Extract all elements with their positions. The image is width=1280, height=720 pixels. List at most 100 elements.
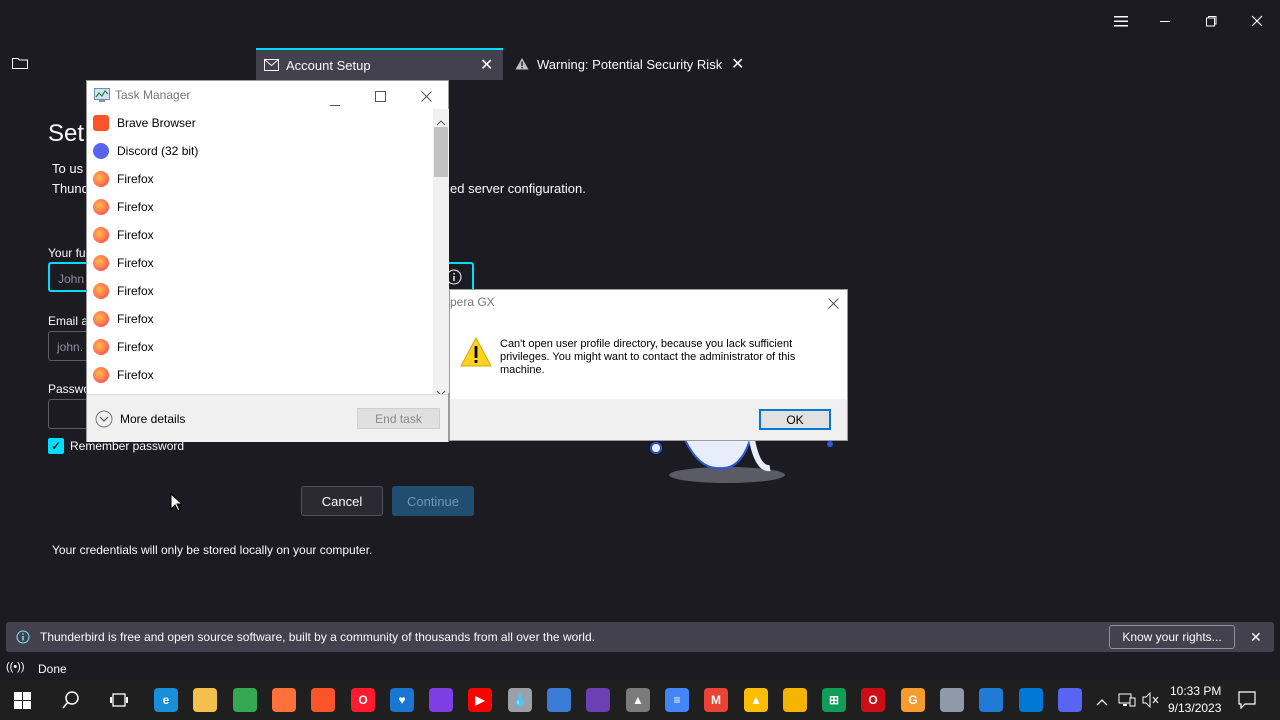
edge-icon[interactable]: e (154, 688, 178, 712)
tab-label: Warning: Potential Security Risk Ah (537, 56, 723, 72)
opera-error-dialog[interactable]: pera GX Can't open user profile director… (449, 289, 848, 441)
end-task-button[interactable]: End task (357, 408, 440, 429)
health-app-icon[interactable]: ♥ (390, 688, 414, 712)
notification-icon[interactable] (1238, 691, 1256, 714)
gmail-icon[interactable]: M (704, 688, 728, 712)
task-manager-titlebar[interactable]: Task Manager (87, 81, 448, 109)
process-row[interactable]: Firefox (87, 305, 433, 333)
brave-icon[interactable] (311, 688, 335, 712)
thunderbird-icon[interactable] (979, 688, 1003, 712)
process-row[interactable]: Firefox (87, 193, 433, 221)
remote-desktop-icon[interactable] (1019, 688, 1043, 712)
mascot-illustration (640, 439, 840, 486)
close-icon[interactable] (1237, 8, 1277, 34)
info-bar: Thunderbird is free and open source soft… (6, 622, 1274, 652)
google-docs-icon[interactable]: ≡ (665, 688, 689, 712)
dialog-footer: OK (450, 399, 847, 440)
process-name: Firefox (117, 200, 154, 214)
process-list-scrollbar[interactable] (433, 109, 449, 396)
opera-red-icon[interactable]: O (861, 688, 885, 712)
network-icon[interactable] (1118, 692, 1136, 713)
activity-icon: ((•)) (6, 661, 25, 673)
tab-close-icon[interactable]: ✕ (731, 54, 744, 74)
restore-icon[interactable] (1191, 8, 1231, 34)
discord-icon[interactable] (1058, 688, 1082, 712)
process-row[interactable]: Firefox (87, 277, 433, 305)
clock-time[interactable]: 10:33 PM (1170, 684, 1221, 698)
water-drop-icon[interactable]: 💧 (508, 688, 532, 712)
taskbar: e O ♥ ▶ 💧 ▲ ≡ M ▲ ⊞ O G 10:33 PM 9/13/2023 (0, 680, 1280, 720)
page-title: Set (48, 120, 85, 147)
ok-button[interactable]: OK (759, 409, 831, 430)
firefox-icon (93, 283, 109, 299)
firefox-dev-icon[interactable] (547, 688, 571, 712)
clock-date[interactable]: 9/13/2023 (1168, 701, 1221, 715)
close-icon[interactable] (421, 89, 432, 107)
tab-close-icon[interactable]: ✕ (480, 55, 493, 75)
intro-line-1: To us (52, 161, 84, 176)
info-bar-close-icon[interactable]: ✕ (1250, 629, 1262, 646)
windows-start-icon[interactable] (14, 692, 31, 714)
discord-icon (93, 143, 109, 159)
tab-account-setup[interactable]: Account Setup ✕ (256, 48, 503, 80)
status-text: Done (38, 662, 67, 676)
google-sheets-icon[interactable]: ⊞ (822, 688, 846, 712)
process-row[interactable]: Brave Browser (87, 109, 433, 137)
info-icon (16, 630, 30, 649)
youtube-icon[interactable]: ▶ (468, 688, 492, 712)
firefox-icon[interactable] (272, 688, 296, 712)
process-row[interactable]: Firefox (87, 249, 433, 277)
process-name: Firefox (117, 284, 154, 298)
process-name: Firefox (117, 228, 154, 242)
privacy-app-icon[interactable] (586, 688, 610, 712)
task-manager-icon (94, 88, 110, 107)
process-row[interactable]: Discord (32 bit) (87, 137, 433, 165)
task-view-icon[interactable] (110, 691, 128, 714)
title-bar (0, 0, 1280, 44)
mask-app-icon[interactable] (429, 688, 453, 712)
more-details-link[interactable]: More details (120, 412, 185, 426)
network-app-icon[interactable] (940, 688, 964, 712)
tent-app-icon[interactable]: ▲ (626, 688, 650, 712)
google-drive-icon[interactable]: ▲ (744, 688, 768, 712)
status-bar: ((•)) Done (0, 656, 1280, 680)
task-manager-window[interactable]: Task Manager Brave Browser Discord (32 b… (86, 80, 449, 442)
dialog-title: pera GX (450, 295, 495, 309)
chrome-icon[interactable] (233, 688, 257, 712)
process-row[interactable]: Firefox (87, 221, 433, 249)
know-your-rights-button[interactable]: Know your rights... (1109, 625, 1235, 649)
process-row[interactable]: Firefox (87, 165, 433, 193)
firefox-icon (93, 255, 109, 271)
file-explorer-icon[interactable] (193, 688, 217, 712)
tab-security-warning[interactable]: Warning: Potential Security Risk Ah ✕ (505, 48, 755, 80)
chevron-up-icon[interactable] (1096, 693, 1108, 711)
warning-icon (515, 57, 529, 73)
search-icon[interactable] (62, 691, 80, 714)
folder-icon[interactable] (12, 56, 28, 69)
remember-password-checkbox[interactable]: ✓ (48, 438, 64, 454)
minimize-icon[interactable] (1145, 8, 1185, 34)
process-name: Firefox (117, 256, 154, 270)
cancel-button[interactable]: Cancel (301, 486, 383, 516)
firefox-icon (93, 367, 109, 383)
process-row[interactable]: Firefox (87, 361, 433, 389)
opera-icon[interactable]: O (351, 688, 375, 712)
close-icon[interactable] (828, 296, 839, 314)
volume-muted-icon[interactable] (1142, 691, 1160, 713)
brave-icon (93, 115, 109, 131)
opera-gx-icon[interactable]: G (901, 688, 925, 712)
process-list: Brave Browser Discord (32 bit) Firefox F… (87, 109, 433, 389)
intro-line-2: Thund (52, 181, 89, 196)
maximize-icon[interactable] (375, 89, 386, 107)
envelope-icon (264, 59, 279, 74)
mouse-cursor-icon (170, 492, 184, 517)
google-slides-icon[interactable] (783, 688, 807, 712)
process-row[interactable]: Firefox (87, 333, 433, 361)
scrollbar-thumb[interactable] (434, 127, 448, 177)
more-details-chevron-icon[interactable] (95, 410, 113, 433)
hamburger-icon[interactable] (1101, 8, 1141, 34)
name-placeholder: John (58, 272, 85, 286)
continue-button[interactable]: Continue (392, 486, 474, 516)
name-label: Your fu (48, 246, 86, 260)
password-label: Passwo (48, 382, 91, 396)
